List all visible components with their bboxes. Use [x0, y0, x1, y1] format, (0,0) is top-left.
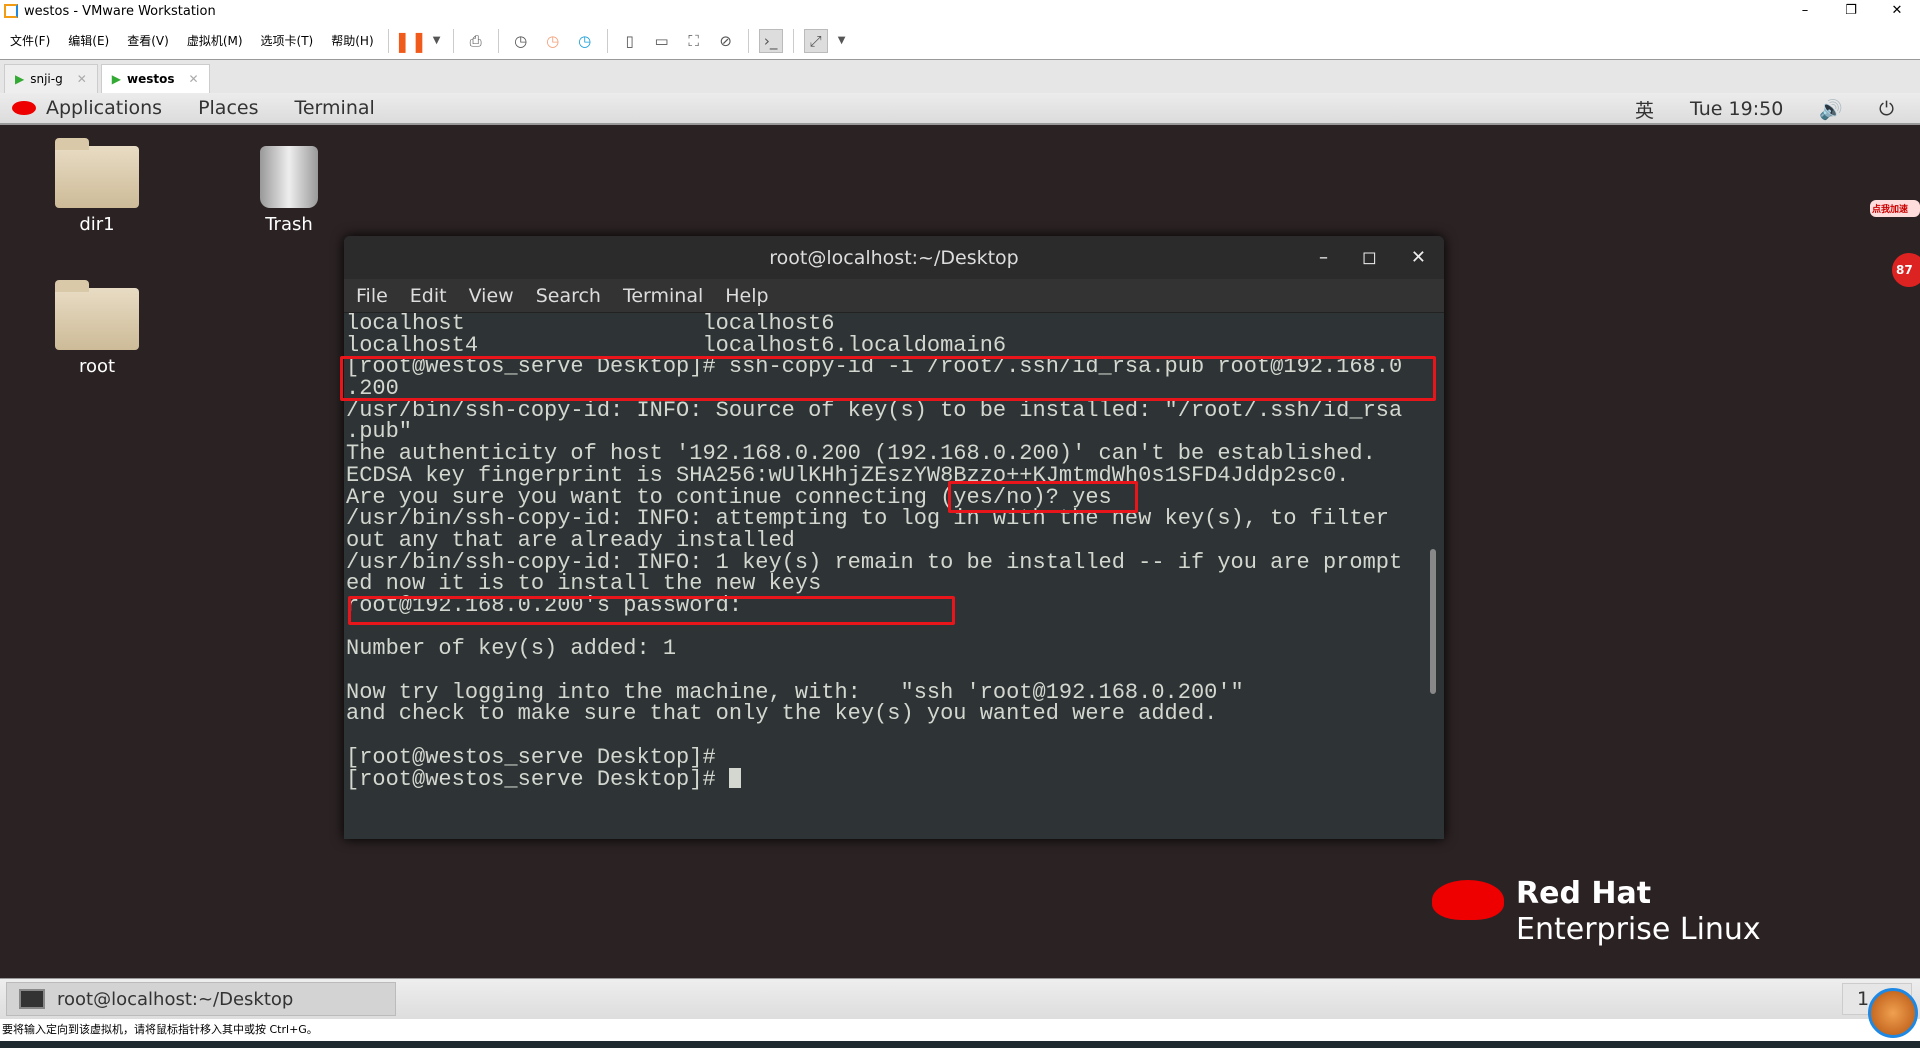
maximize-button[interactable]: ◻ [1362, 247, 1377, 268]
volume-icon[interactable]: 🔊 [1819, 98, 1843, 121]
terminal-line: localhost localhost6 [346, 311, 835, 336]
terminal-menu-edit[interactable]: Edit [410, 285, 447, 307]
promo-widget[interactable]: 点我加速 87 [1870, 200, 1920, 287]
fullscreen-icon[interactable]: ⛶ [682, 29, 706, 53]
clock[interactable]: Tue 19:50 [1690, 98, 1783, 120]
terminal-line: The authenticity of host '192.168.0.200 … [346, 441, 1376, 467]
close-button[interactable]: ✕ [1411, 247, 1426, 268]
terminal-menu-view[interactable]: View [469, 285, 514, 307]
terminal-line: ECDSA key fingerprint is SHA256:wUlKHhjZ… [346, 462, 1350, 488]
terminal-line: [root@westos_serve Desktop]# [346, 744, 729, 770]
terminal-window[interactable]: root@localhost:~/Desktop – ◻ ✕ File Edit… [344, 236, 1444, 839]
power-icon[interactable]: ⏻ [1879, 98, 1894, 120]
terminal-line: /usr/bin/ssh-copy-id: INFO: 1 key(s) rem… [346, 549, 1403, 575]
trash-icon [260, 146, 318, 208]
desktop-icon-dir1[interactable]: dir1 [42, 138, 152, 235]
terminal-line: Now try logging into the machine, with: … [346, 679, 1244, 705]
terminal-line: /usr/bin/ssh-copy-id: INFO: attempting t… [346, 506, 1389, 532]
desktop-icon-root[interactable]: root [42, 280, 152, 377]
gnome-taskbar: root@localhost:~/Desktop 1 / 4 [0, 978, 1920, 1019]
minimize-button[interactable]: – [1782, 0, 1828, 22]
terminal-line: /usr/bin/ssh-copy-id: INFO: Source of ke… [346, 397, 1403, 423]
input-method-indicator[interactable]: 英 [1635, 96, 1654, 123]
thumbnail-icon[interactable]: ▭ [650, 29, 674, 53]
avatar[interactable] [1868, 988, 1918, 1038]
vmware-status-bar: 要将输入定向到该虚拟机，请将鼠标指针移入其中或按 Ctrl+G。 [0, 1019, 1920, 1041]
unity-icon[interactable]: ⊘ [714, 29, 738, 53]
dropdown-icon[interactable]: ▼ [431, 29, 443, 53]
dropdown-icon[interactable]: ▼ [836, 29, 848, 53]
terminal-line: ed now it is to install the new keys [346, 571, 822, 597]
highlight-box-command [340, 356, 1436, 401]
tab-westos[interactable]: ▶ westos ✕ [100, 64, 210, 93]
terminal-menu-search[interactable]: Search [536, 285, 601, 307]
minimize-button[interactable]: – [1319, 247, 1328, 268]
vmware-app-icon [4, 4, 18, 18]
restore-button[interactable]: ❐ [1828, 0, 1874, 22]
menu-vm[interactable]: 虚拟机(M) [187, 32, 243, 49]
desktop-icon-trash[interactable]: Trash [234, 146, 344, 235]
console-icon[interactable]: ›_ [758, 28, 783, 53]
highlight-box-password [348, 596, 955, 625]
terminal-menu-terminal[interactable]: Terminal [623, 285, 703, 307]
close-tab-icon[interactable]: ✕ [189, 72, 199, 86]
menu-edit[interactable]: 编辑(E) [68, 32, 109, 49]
gnome-top-bar: Applications Places Terminal 英 Tue 19:50… [0, 93, 1920, 125]
scrollbar[interactable] [1430, 549, 1436, 694]
vm-icon: ▶ [111, 72, 122, 86]
close-tab-icon[interactable]: ✕ [77, 72, 87, 86]
terminal-line: .pub" [346, 419, 413, 445]
snapshot-icon[interactable]: ◷ [509, 29, 533, 53]
menu-bar: 文件(F) 编辑(E) 查看(V) 虚拟机(M) 选项卡(T) 帮助(H) ❚❚… [0, 22, 1920, 60]
terminal-menu-help[interactable]: Help [725, 285, 768, 307]
tab-snji-g[interactable]: ▶ snji-g ✕ [4, 64, 98, 93]
window-title: westos - VMware Workstation [24, 3, 216, 19]
home-folder-icon [55, 280, 139, 350]
sidebar-icon[interactable]: ▯ [618, 29, 642, 53]
terminal-cursor [728, 768, 741, 789]
terminal-titlebar: root@localhost:~/Desktop – ◻ ✕ [344, 236, 1444, 279]
vm-icon: ▶ [15, 72, 25, 86]
terminal-icon [19, 989, 45, 1009]
redhat-icon [12, 101, 36, 115]
close-button[interactable]: ✕ [1874, 0, 1920, 22]
menu-file[interactable]: 文件(F) [10, 32, 50, 49]
menu-view[interactable]: 查看(V) [127, 32, 169, 49]
places-menu[interactable]: Places [198, 97, 258, 119]
terminal-menu[interactable]: Terminal [294, 97, 374, 119]
terminal-line: localhost4 localhost6.localdomain6 [346, 332, 1007, 358]
snapshot-manager-icon[interactable]: ◷ [573, 29, 597, 53]
terminal-line: [root@westos_serve Desktop]# [346, 768, 1426, 791]
terminal-menu-bar: File Edit View Search Terminal Help [344, 279, 1444, 313]
terminal-menu-file[interactable]: File [356, 285, 388, 307]
applications-menu[interactable]: Applications [46, 97, 162, 119]
revert-snapshot-icon[interactable]: ◷ [541, 29, 565, 53]
host-taskbar-edge [0, 1041, 1920, 1048]
speed-badge: 87 [1892, 253, 1920, 287]
terminal-line: out any that are already installed [346, 527, 795, 553]
terminal-line: and check to make sure that only the key… [346, 701, 1218, 727]
terminal-line: Number of key(s) added: 1 [346, 636, 677, 662]
redhat-hat-icon [1432, 880, 1504, 920]
stretch-icon[interactable]: ⤢ [803, 28, 828, 53]
menu-help[interactable]: 帮助(H) [331, 32, 373, 49]
vm-tab-bar: ▶ snji-g ✕ ▶ westos ✕ [0, 60, 1920, 93]
send-ctrl-alt-del-icon[interactable]: ⎙ [464, 29, 488, 53]
window-titlebar: westos - VMware Workstation – ❐ ✕ [0, 0, 1920, 22]
highlight-box-yes-no [948, 481, 1138, 513]
taskbar-item-terminal[interactable]: root@localhost:~/Desktop [6, 982, 396, 1016]
menu-tabs[interactable]: 选项卡(T) [261, 32, 314, 49]
terminal-line: Are you sure you want to continue connec… [346, 484, 1112, 510]
pause-icon[interactable]: ❚❚ [394, 29, 428, 53]
terminal-title: root@localhost:~/Desktop [769, 246, 1019, 269]
folder-icon [55, 138, 139, 208]
